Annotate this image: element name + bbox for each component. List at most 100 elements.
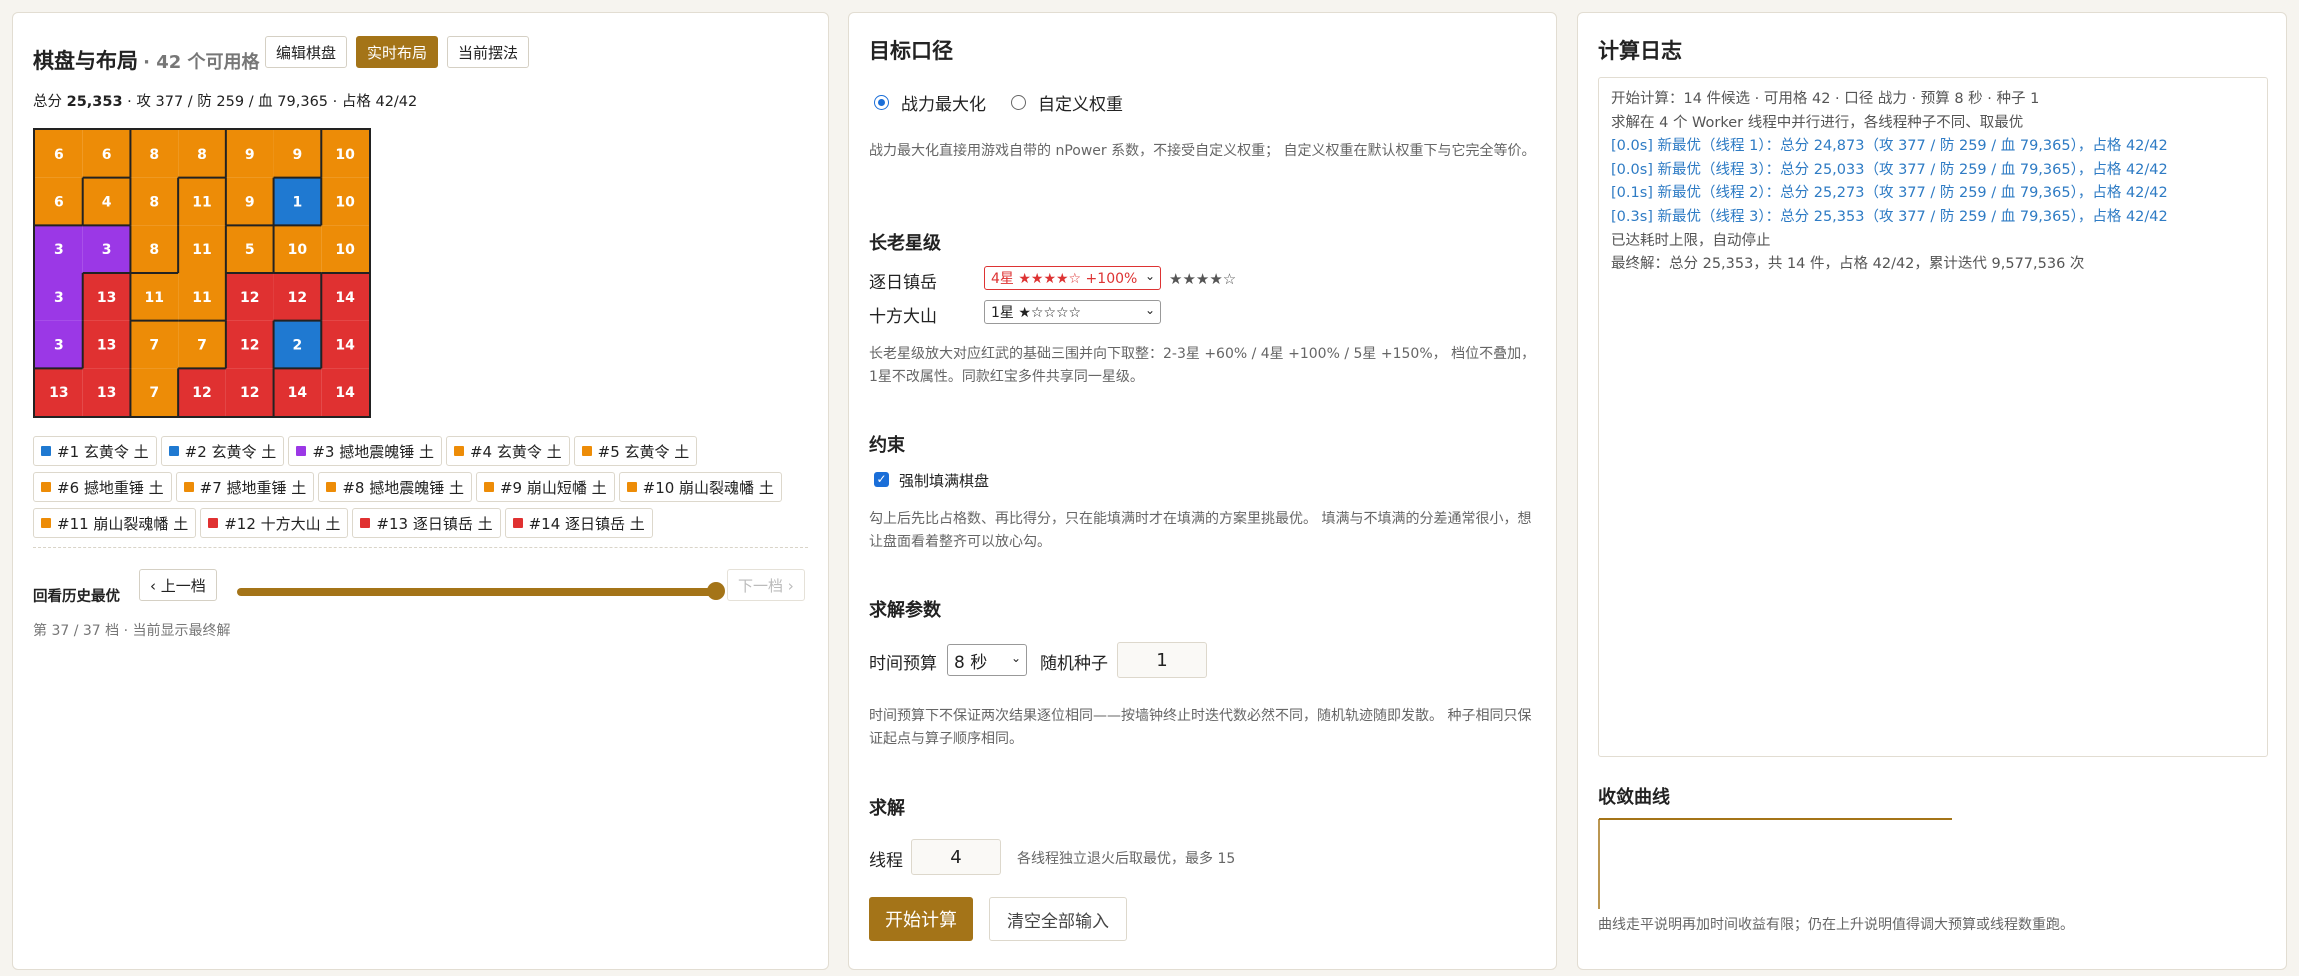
board-cell-label: 10 bbox=[335, 195, 355, 211]
board-cell-label: 10 bbox=[335, 147, 355, 163]
board-cell-label: 3 bbox=[102, 242, 112, 258]
elder-star-select-2[interactable]: 1星 ★☆☆☆☆ ⌄ bbox=[984, 300, 1161, 324]
piece-chip[interactable]: #11 崩山裂魂幡 土 bbox=[33, 508, 197, 538]
elder-star-select-1[interactable]: 4星 ★★★★☆ +100% ⌄ bbox=[984, 266, 1161, 290]
tab-edit-board[interactable]: 编辑棋盘 bbox=[265, 36, 348, 68]
board-cell-label: 11 bbox=[145, 290, 164, 306]
radio-power-max-label[interactable]: 战力最大化 bbox=[901, 90, 986, 115]
log-output[interactable]: 开始计算：14 件候选 · 可用格 42 · 口径 战力 · 预算 8 秒 · … bbox=[1598, 77, 2268, 757]
piece-color-swatch bbox=[626, 482, 637, 492]
fill-board-checkbox[interactable]: ✓ bbox=[874, 472, 889, 487]
board-cell-label: 12 bbox=[240, 290, 259, 306]
piece-chip[interactable]: #8 撼地震魄锤 土 bbox=[318, 472, 472, 502]
constraint-description: 勾上后先比占格数、再比得分，只在能填满时才在填满的方案里挑最优。 填满与不填满的… bbox=[869, 511, 1532, 550]
target-description: 战力最大化直接用游戏自带的 nPower 系数，不接受自定义权重； 自定义权重在… bbox=[869, 143, 1536, 159]
piece-label: #9 崩山短幡 土 bbox=[499, 478, 607, 497]
prev-step-button[interactable]: ‹ 上一档 bbox=[139, 569, 217, 601]
log-line: [0.3s] 新最优（线程 3）：总分 25,353（攻 377 / 防 259… bbox=[1611, 208, 2168, 225]
piece-chip[interactable]: #5 玄黄令 土 bbox=[573, 436, 698, 466]
chevron-down-icon: ⌄ bbox=[1144, 303, 1155, 317]
piece-color-swatch bbox=[512, 518, 523, 528]
puzzle-board: 6 6 8 8 9 9 10 6 4 8 11 9 1 10 3 3 8 11 5 10 10 3 13 11 11 12 12 14… bbox=[33, 128, 371, 418]
tab-live-layout[interactable]: 实时布局 bbox=[356, 36, 439, 68]
board-cell-label: 13 bbox=[97, 338, 116, 354]
board-cell-label: 11 bbox=[192, 195, 211, 211]
piece-chip[interactable]: #1 玄黄令 土 bbox=[33, 436, 157, 466]
radio-custom-weight[interactable] bbox=[1011, 95, 1026, 110]
piece-chip[interactable]: #2 玄黄令 土 bbox=[160, 436, 285, 466]
radio-power-max[interactable] bbox=[874, 95, 889, 110]
clear-all-button[interactable]: 清空全部输入 bbox=[989, 897, 1127, 941]
total-score: 25,353 bbox=[66, 94, 123, 110]
curve-title: 收敛曲线 bbox=[1598, 787, 1670, 808]
board-cell-label: 14 bbox=[288, 385, 308, 401]
piece-chip[interactable]: #9 崩山短幡 土 bbox=[475, 472, 615, 502]
piece-color-swatch bbox=[168, 446, 179, 456]
fill-board-label[interactable]: 强制填满棋盘 bbox=[899, 470, 989, 491]
log-line: [0.1s] 新最优（线程 2）：总分 25,273（攻 377 / 防 259… bbox=[1611, 185, 2168, 202]
log-line: [0.0s] 新最优（线程 3）：总分 25,033（攻 377 / 防 259… bbox=[1611, 161, 2168, 178]
layout-title: 棋盘与布局 bbox=[33, 49, 138, 73]
piece-chip[interactable]: #10 崩山裂魂幡 土 bbox=[618, 472, 782, 502]
chevron-down-icon: ⌄ bbox=[1010, 651, 1021, 665]
board-cell-label: 14 bbox=[335, 338, 355, 354]
board-cell-label: 1 bbox=[293, 195, 303, 211]
params-description: 时间预算下不保证两次结果逐位相同——按墙钟终止时迭代数必然不同，随机轨迹随即发散… bbox=[869, 708, 1532, 747]
board-cell-label: 10 bbox=[288, 242, 308, 258]
next-step-button[interactable]: 下一档 › bbox=[727, 569, 805, 601]
piece-label: #7 撼地重锤 土 bbox=[199, 478, 307, 497]
board-cell-label: 7 bbox=[197, 338, 207, 354]
piece-chip[interactable]: #14 逐日镇岳 土 bbox=[504, 508, 653, 538]
elder-stars-1: ★★★★☆ bbox=[1169, 270, 1237, 288]
divider bbox=[33, 547, 808, 548]
board-cell-label: 6 bbox=[102, 147, 112, 163]
history-slider[interactable] bbox=[237, 582, 725, 600]
piece-legend: #1 玄黄令 土 #2 玄黄令 土 #3 撼地震魄锤 土 #4 玄黄令 土 #5 玄黄令… bbox=[33, 436, 823, 544]
radio-custom-weight-label[interactable]: 自定义权重 bbox=[1038, 90, 1123, 115]
board-cell-label: 7 bbox=[149, 385, 159, 401]
piece-color-swatch bbox=[483, 482, 494, 492]
piece-label: #12 十方大山 土 bbox=[224, 514, 341, 533]
board-cell-label: 8 bbox=[149, 195, 159, 211]
piece-label: #13 逐日镇岳 土 bbox=[376, 514, 493, 533]
board-cell-label: 13 bbox=[97, 290, 116, 306]
piece-color-swatch bbox=[41, 518, 51, 528]
piece-color-swatch bbox=[360, 518, 371, 528]
time-budget-select[interactable]: 8 秒 ⌄ bbox=[947, 644, 1027, 676]
solve-title: 求解 bbox=[869, 798, 905, 819]
board-cell-label: 7 bbox=[149, 338, 159, 354]
board-cell-label: 5 bbox=[245, 242, 255, 258]
elder-name-2: 十方大山 bbox=[869, 307, 937, 327]
params-title: 求解参数 bbox=[869, 600, 941, 621]
threads-label: 线程 bbox=[869, 851, 903, 871]
layout-cell-count: · 42 个可用格 bbox=[143, 52, 260, 73]
piece-chip[interactable]: #13 逐日镇岳 土 bbox=[352, 508, 501, 538]
piece-label: #6 撼地重锤 土 bbox=[57, 478, 164, 497]
slider-knob[interactable] bbox=[707, 582, 725, 600]
tab-current-arrangement[interactable]: 当前摆法 bbox=[447, 36, 530, 68]
piece-chip[interactable]: #12 十方大山 土 bbox=[200, 508, 349, 538]
seed-input[interactable]: 1 bbox=[1117, 642, 1207, 678]
board-cell-label: 8 bbox=[197, 147, 207, 163]
start-button[interactable]: 开始计算 bbox=[869, 897, 973, 941]
board-cell-label: 10 bbox=[335, 242, 355, 258]
board-cell-label: 14 bbox=[335, 290, 355, 306]
piece-chip[interactable]: #3 撼地震魄锤 土 bbox=[288, 436, 442, 466]
piece-color-swatch bbox=[326, 482, 337, 492]
threads-input[interactable]: 4 bbox=[911, 839, 1001, 875]
elder-description: 长老星级放大对应红武的基础三围并向下取整：2-3星 +60% / 4星 +100… bbox=[869, 346, 1536, 385]
piece-chip[interactable]: #6 撼地重锤 土 bbox=[33, 472, 172, 502]
layout-panel: 棋盘与布局 · 42 个可用格 编辑棋盘 实时布局 当前摆法 总分 25,353… bbox=[12, 12, 829, 970]
piece-label: #4 玄黄令 土 bbox=[469, 442, 562, 461]
log-line: [0.0s] 新最优（线程 1）：总分 24,873（攻 377 / 防 259… bbox=[1611, 138, 2168, 155]
seed-label: 随机种子 bbox=[1040, 654, 1108, 674]
piece-chip[interactable]: #4 玄黄令 土 bbox=[445, 436, 570, 466]
piece-label: #11 崩山裂魂幡 土 bbox=[57, 514, 189, 533]
piece-label: #3 撼地震魄锤 土 bbox=[312, 442, 434, 461]
board-cell-label: 6 bbox=[54, 147, 64, 163]
board-cell-label: 3 bbox=[54, 290, 64, 306]
threads-hint: 各线程独立退火后取最优，最多 15 bbox=[1017, 851, 1236, 867]
piece-color-swatch bbox=[296, 446, 307, 456]
piece-chip[interactable]: #7 撼地重锤 土 bbox=[175, 472, 315, 502]
curve-note: 曲线走平说明再加时间收益有限；仍在上升说明值得调大预算或线程数重跑。 bbox=[1598, 917, 2074, 933]
